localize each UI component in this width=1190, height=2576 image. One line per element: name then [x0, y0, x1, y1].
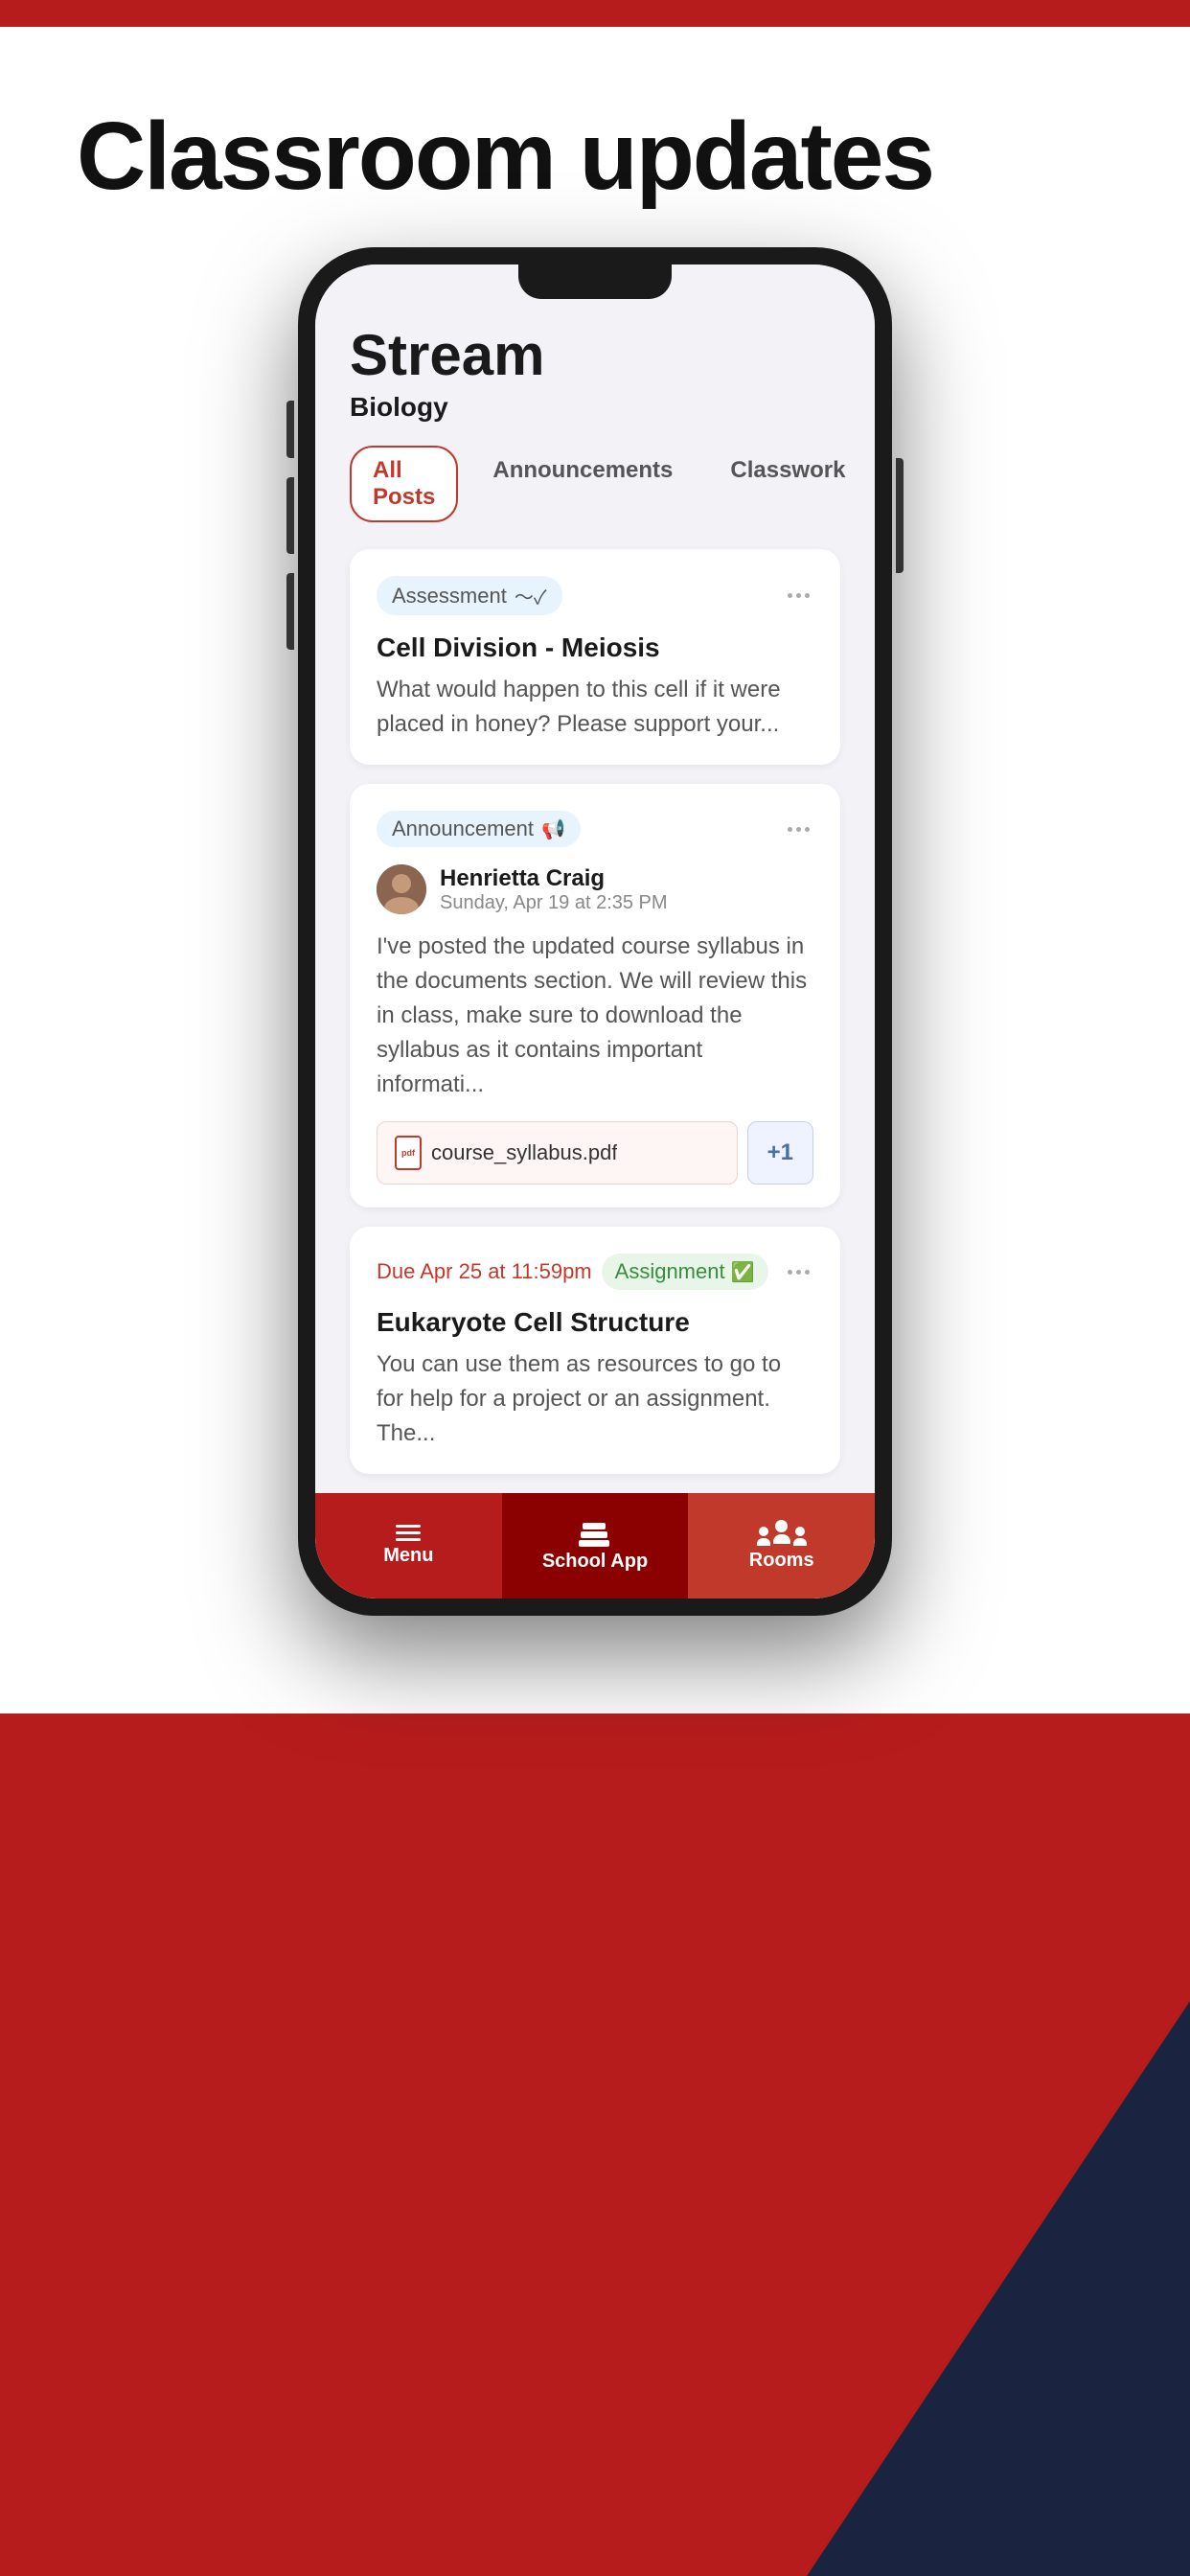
status-bar — [0, 0, 1190, 27]
filter-tabs: All Posts Announcements Classwork — [350, 446, 840, 522]
assessment-badge: Assessment 〜✓ — [377, 576, 562, 615]
author-date: Sunday, Apr 19 at 2:35 PM — [440, 892, 668, 914]
author-name: Henrietta Craig — [440, 865, 668, 892]
attachment-pdf[interactable]: pdf course_syllabus.pdf — [377, 1121, 738, 1184]
card-assessment[interactable]: Assessment 〜✓ Cell Division - Meiosis Wh… — [350, 549, 840, 765]
card-body-assessment: What would happen to this cell if it wer… — [377, 673, 813, 742]
stream-subtitle: Biology — [350, 392, 840, 423]
clipboard-icon: ✅ — [731, 1260, 755, 1284]
assessment-icon: 〜✓ — [515, 582, 547, 610]
assignment-badge: Assignment ✅ — [602, 1254, 768, 1290]
more-menu-button-3[interactable] — [784, 1266, 813, 1278]
phone-screen: Stream Biology All Posts Announcements C… — [315, 264, 875, 1598]
rooms-icon — [757, 1520, 807, 1546]
card-header-assignment: Due Apr 25 at 11:59pm Assignment ✅ — [377, 1254, 813, 1290]
pdf-icon: pdf — [395, 1136, 422, 1170]
phone-button-silent — [286, 401, 294, 458]
more-menu-button[interactable] — [784, 589, 813, 602]
tab-announcements[interactable]: Announcements — [469, 446, 696, 522]
attachment-more[interactable]: +1 — [747, 1121, 813, 1184]
more-menu-button-2[interactable] — [784, 823, 813, 836]
megaphone-icon: 📢 — [541, 817, 565, 841]
card-header-announcement: Announcement 📢 — [377, 811, 813, 847]
card-title-assignment: Eukaryote Cell Structure — [377, 1307, 813, 1338]
attachment-filename: course_syllabus.pdf — [431, 1140, 617, 1165]
card-header-left: Due Apr 25 at 11:59pm Assignment ✅ — [377, 1254, 768, 1290]
nav-rooms-label: Rooms — [749, 1550, 814, 1572]
tab-classwork[interactable]: Classwork — [707, 446, 868, 522]
phone-button-vol-down — [286, 573, 294, 650]
stack-icon — [579, 1520, 611, 1547]
card-body-assignment: You can use them as resources to go to f… — [377, 1347, 813, 1451]
page-title: Classroom updates — [77, 104, 1113, 209]
stream-title: Stream — [350, 322, 840, 388]
screen-content: Stream Biology All Posts Announcements C… — [315, 264, 875, 1474]
author-info: Henrietta Craig Sunday, Apr 19 at 2:35 P… — [440, 865, 668, 914]
avatar — [377, 864, 426, 914]
card-announcement[interactable]: Announcement 📢 — [350, 784, 840, 1208]
phone-button-power — [896, 458, 904, 573]
menu-icon — [396, 1525, 421, 1541]
phone-wrapper: Stream Biology All Posts Announcements C… — [0, 247, 1190, 1616]
card-title-assessment: Cell Division - Meiosis — [377, 632, 813, 663]
author-row: Henrietta Craig Sunday, Apr 19 at 2:35 P… — [377, 864, 813, 914]
phone-mockup: Stream Biology All Posts Announcements C… — [298, 247, 892, 1616]
stream-header: Stream Biology — [350, 322, 840, 423]
nav-menu-label: Menu — [383, 1545, 433, 1567]
phone-notch — [518, 264, 672, 299]
phone-button-vol-up — [286, 477, 294, 554]
tab-all-posts[interactable]: All Posts — [350, 446, 458, 522]
card-body-announcement: I've posted the updated course syllabus … — [377, 930, 813, 1102]
nav-menu[interactable]: Menu — [315, 1493, 502, 1598]
nav-rooms[interactable]: Rooms — [688, 1493, 875, 1598]
attachment-row: pdf course_syllabus.pdf +1 — [377, 1121, 813, 1184]
card-assignment[interactable]: Due Apr 25 at 11:59pm Assignment ✅ Eukar… — [350, 1227, 840, 1474]
bottom-nav: Menu School App — [315, 1493, 875, 1598]
due-date-badge: Due Apr 25 at 11:59pm — [377, 1259, 592, 1284]
nav-school-app[interactable]: School App — [502, 1493, 689, 1598]
page-title-area: Classroom updates — [0, 27, 1190, 247]
announcement-badge: Announcement 📢 — [377, 811, 581, 847]
nav-school-app-label: School App — [542, 1551, 648, 1573]
card-header-assessment: Assessment 〜✓ — [377, 576, 813, 615]
